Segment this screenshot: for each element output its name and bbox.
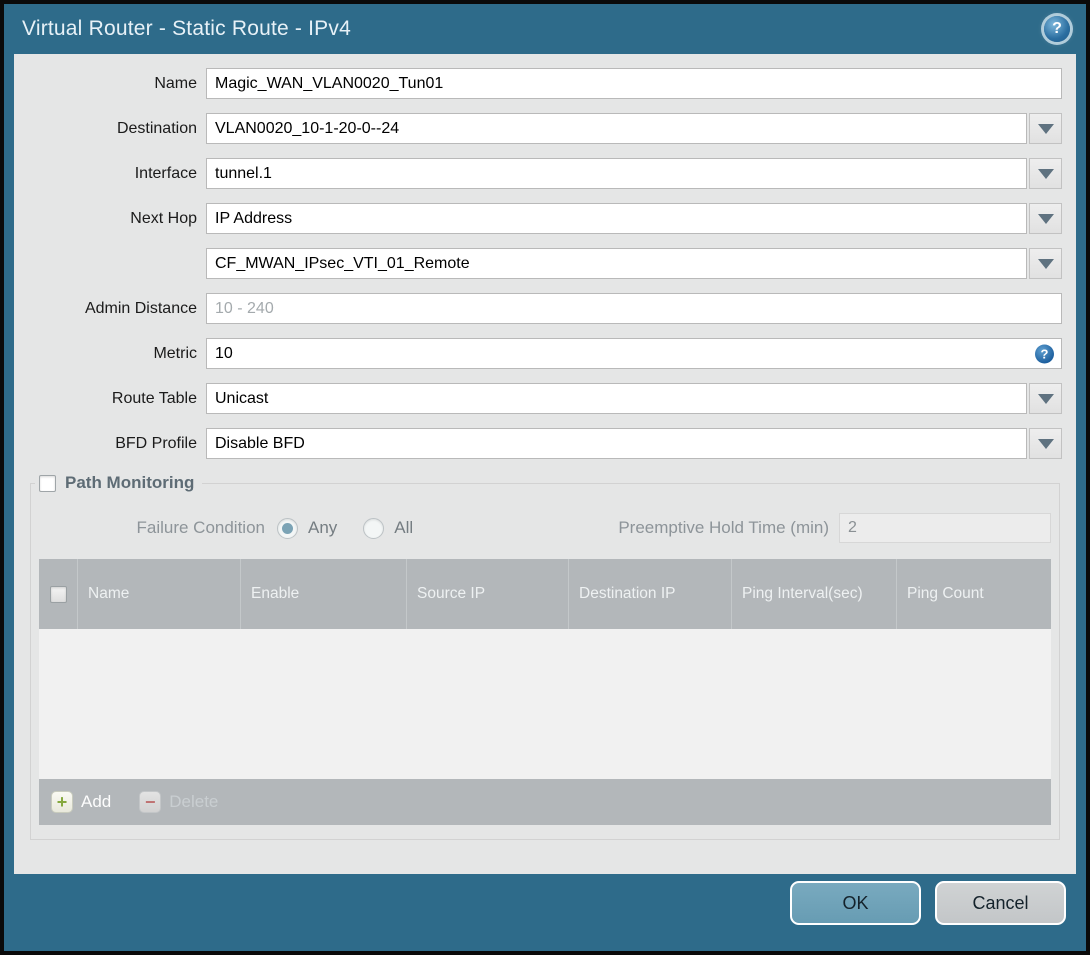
preemptive-hold-time-label: Preemptive Hold Time (min) [618, 518, 829, 537]
bfd-profile-label: BFD Profile [115, 434, 197, 452]
next-hop-address-input[interactable] [206, 248, 1027, 279]
column-header-source-ip: Source IP [406, 559, 568, 629]
form-row-next-hop: Next Hop [14, 203, 1076, 234]
form-row-route-table: Route Table [14, 383, 1076, 414]
radio-all-label: All [394, 518, 414, 537]
chevron-down-icon [1037, 123, 1054, 134]
route-table-label: Route Table [111, 389, 197, 407]
form-row-destination: Destination [14, 113, 1076, 144]
admin-distance-input[interactable] [206, 293, 1062, 324]
table-header-checkbox-cell [39, 559, 77, 629]
dialog-footer-buttons: OK Cancel [790, 881, 1066, 925]
path-monitoring-section: Path Monitoring Failure Condition Any Al… [30, 473, 1060, 840]
form-row-metric: Metric ? [14, 338, 1076, 369]
info-icon: ? [1035, 344, 1054, 363]
ok-button[interactable]: OK [790, 881, 921, 925]
metric-label: Metric [153, 344, 197, 362]
add-button[interactable]: + Add [51, 791, 111, 813]
admin-distance-label: Admin Distance [84, 299, 197, 317]
delete-label: Delete [169, 792, 219, 811]
table-toolbar: + Add − Delete [39, 779, 1051, 825]
name-label: Name [154, 74, 197, 92]
form-row-interface: Interface [14, 158, 1076, 189]
help-icon[interactable]: ? [1044, 16, 1070, 42]
chevron-down-icon [1037, 438, 1054, 449]
add-label: Add [81, 792, 112, 811]
dialog-window: Virtual Router - Static Route - IPv4 ? N… [4, 4, 1086, 951]
form-row-next-hop-address [14, 248, 1076, 279]
preemptive-hold-time-input[interactable] [839, 513, 1051, 543]
path-monitoring-table: Name Enable Source IP Destination IP Pin… [39, 559, 1051, 825]
destination-input[interactable] [206, 113, 1027, 144]
interface-input[interactable] [206, 158, 1027, 189]
chevron-down-icon [1037, 393, 1054, 404]
radio-any-label: Any [308, 518, 338, 537]
path-monitoring-legend: Path Monitoring [35, 473, 202, 493]
next-hop-dropdown-button[interactable] [1029, 203, 1062, 234]
failure-condition-label: Failure Condition [136, 518, 265, 537]
interface-label: Interface [134, 164, 197, 182]
path-monitoring-checkbox[interactable] [39, 474, 56, 492]
delete-button[interactable]: − Delete [139, 791, 218, 813]
next-hop-type-input[interactable] [206, 203, 1027, 234]
chevron-down-icon [1037, 258, 1054, 269]
column-header-destination-ip: Destination IP [568, 559, 731, 629]
chevron-down-icon [1037, 168, 1054, 179]
interface-dropdown-button[interactable] [1029, 158, 1062, 189]
path-monitoring-title: Path Monitoring [65, 473, 195, 492]
radio-any-icon[interactable] [277, 517, 298, 539]
route-table-dropdown-button[interactable] [1029, 383, 1062, 414]
dialog-titlebar: Virtual Router - Static Route - IPv4 ? [4, 4, 1086, 54]
chevron-down-icon [1037, 213, 1054, 224]
route-table-input[interactable] [206, 383, 1027, 414]
table-header-row: Name Enable Source IP Destination IP Pin… [39, 559, 1051, 629]
name-input[interactable] [206, 68, 1062, 99]
screenshot-frame: Virtual Router - Static Route - IPv4 ? N… [0, 0, 1090, 955]
table-body-empty [39, 629, 1051, 779]
form-row-name: Name [14, 68, 1076, 99]
column-header-enable: Enable [240, 559, 406, 629]
column-header-ping-count: Ping Count [896, 559, 1051, 629]
cancel-button[interactable]: Cancel [935, 881, 1066, 925]
bfd-profile-dropdown-button[interactable] [1029, 428, 1062, 459]
destination-dropdown-button[interactable] [1029, 113, 1062, 144]
next-hop-label: Next Hop [130, 209, 197, 227]
failure-condition-row: Failure Condition Any All Preemptive Hol… [39, 513, 1051, 543]
failure-condition-option-all: All [363, 517, 414, 539]
dialog-title: Virtual Router - Static Route - IPv4 [22, 17, 351, 40]
column-header-name: Name [77, 559, 240, 629]
metric-input[interactable] [206, 338, 1062, 369]
select-all-checkbox[interactable] [49, 585, 67, 603]
column-header-ping-interval: Ping Interval(sec) [731, 559, 896, 629]
dialog-body: Name Destination Interface [14, 54, 1076, 874]
next-hop-address-dropdown-button[interactable] [1029, 248, 1062, 279]
add-icon: + [51, 791, 73, 813]
destination-label: Destination [116, 119, 197, 137]
radio-all-icon[interactable] [363, 517, 385, 539]
delete-icon: − [139, 791, 162, 813]
form-row-admin-distance: Admin Distance [14, 293, 1076, 324]
failure-condition-option-any: Any [277, 517, 338, 539]
form-row-bfd-profile: BFD Profile [14, 428, 1076, 459]
static-route-form: Name Destination Interface [14, 54, 1076, 459]
bfd-profile-input[interactable] [206, 428, 1027, 459]
